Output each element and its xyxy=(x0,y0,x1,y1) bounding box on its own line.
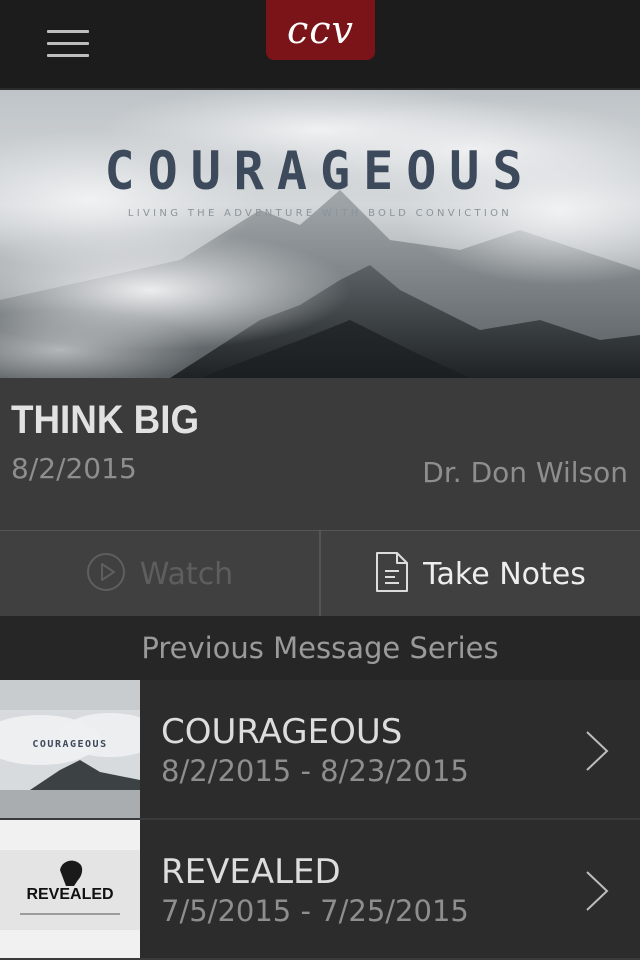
message-date: 8/2/2015 xyxy=(11,452,137,485)
take-notes-button[interactable]: Take Notes xyxy=(321,531,640,617)
menu-icon[interactable] xyxy=(47,30,89,58)
mountain-illustration xyxy=(0,90,640,378)
hero-series-subtitle: LIVING THE ADVENTURE WITH BOLD CONVICTIO… xyxy=(127,208,513,219)
series-hero-image: COURAGEOUS LIVING THE ADVENTURE WITH BOL… xyxy=(0,90,640,378)
logo-text: ccv xyxy=(286,8,355,52)
watch-button[interactable]: Watch xyxy=(0,531,321,617)
series-dates: 8/2/2015 - 8/23/2015 xyxy=(161,754,469,788)
thumbnail-title: COURAGEOUS xyxy=(32,739,108,750)
series-thumbnail-revealed: REVEALED xyxy=(0,820,140,958)
hero-series-title: COURAGEOUS xyxy=(104,140,536,202)
take-notes-label: Take Notes xyxy=(423,556,586,592)
message-title: THINK BIG xyxy=(11,398,200,442)
previous-series-header: Previous Message Series xyxy=(0,616,640,680)
series-thumbnail-courageous: COURAGEOUS xyxy=(0,680,140,818)
series-name: COURAGEOUS xyxy=(161,712,403,752)
current-message: THINK BIG 8/2/2015 Dr. Don Wilson xyxy=(0,378,640,530)
chevron-right-icon xyxy=(584,730,610,776)
message-speaker: Dr. Don Wilson xyxy=(422,456,628,489)
chevron-right-icon xyxy=(584,870,610,916)
series-dates: 7/5/2015 - 7/25/2015 xyxy=(161,894,469,928)
document-icon xyxy=(375,551,409,597)
play-circle-icon xyxy=(86,552,126,596)
series-list-item-revealed[interactable]: REVEALED REVEALED 7/5/2015 - 7/25/2015 xyxy=(0,820,640,960)
series-name: REVEALED xyxy=(161,852,341,892)
series-list-item-courageous[interactable]: COURAGEOUS COURAGEOUS 8/2/2015 - 8/23/20… xyxy=(0,680,640,820)
top-bar: ccv xyxy=(0,0,640,90)
app-logo[interactable]: ccv xyxy=(266,0,375,60)
message-actions: Watch Take Notes xyxy=(0,530,640,617)
thumbnail-title: REVEALED xyxy=(26,886,114,903)
watch-label: Watch xyxy=(139,556,234,592)
